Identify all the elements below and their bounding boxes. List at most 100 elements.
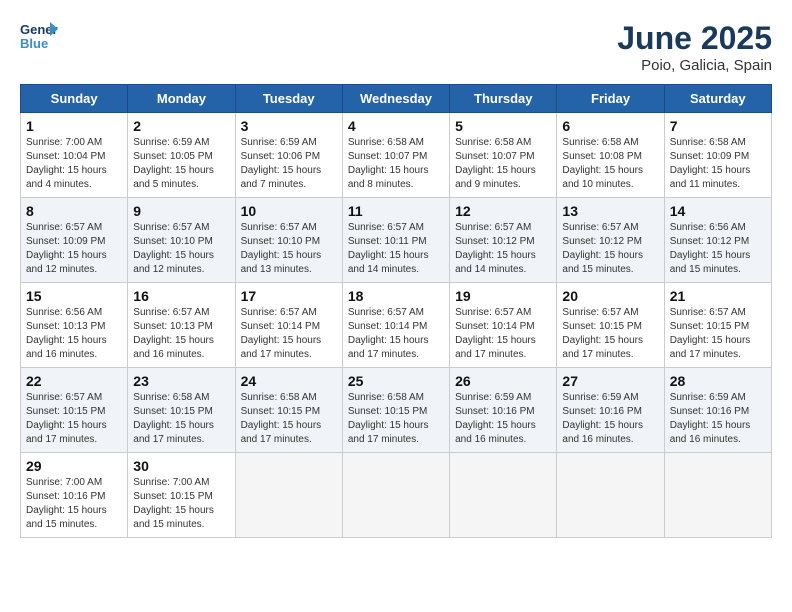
calendar-header-row: SundayMondayTuesdayWednesdayThursdayFrid… [21, 85, 772, 113]
day-number: 1 [26, 118, 122, 134]
calendar-day-cell: 26Sunrise: 6:59 AMSunset: 10:16 PMDaylig… [450, 368, 557, 453]
calendar-day-cell: 5 Sunrise: 6:58 AMSunset: 10:07 PMDayligh… [450, 113, 557, 198]
calendar-day-cell: 12 Sunrise: 6:57 AMSunset: 10:12 PMDaylig… [450, 198, 557, 283]
calendar-day-cell: 20 Sunrise: 6:57 AMSunset: 10:15 PMDaylig… [557, 283, 664, 368]
logo: General Blue [20, 20, 58, 54]
calendar-week-row: 15 Sunrise: 6:56 AMSunset: 10:13 PMDaylig… [21, 283, 772, 368]
day-number: 27 [562, 373, 658, 389]
day-number: 20 [562, 288, 658, 304]
day-number: 5 [455, 118, 551, 134]
calendar-day-cell: 6 Sunrise: 6:58 AMSunset: 10:08 PMDayligh… [557, 113, 664, 198]
day-number: 8 [26, 203, 122, 219]
day-info: Sunrise: 6:57 AMSunset: 10:12 PMDaylight… [562, 221, 658, 277]
calendar-table: SundayMondayTuesdayWednesdayThursdayFrid… [20, 84, 772, 538]
calendar-day-cell: 3Sunrise: 6:59 AMSunset: 10:06 PMDayligh… [235, 113, 342, 198]
day-number: 7 [670, 118, 766, 134]
day-number: 18 [348, 288, 444, 304]
calendar-day-cell [450, 453, 557, 538]
day-info: Sunrise: 6:57 AMSunset: 10:14 PMDaylight… [455, 306, 551, 362]
calendar-day-cell: 4 Sunrise: 6:58 AMSunset: 10:07 PMDayligh… [342, 113, 449, 198]
day-number: 13 [562, 203, 658, 219]
day-number: 30 [133, 458, 229, 474]
calendar-day-cell: 30 Sunrise: 7:00 AMSunset: 10:15 PMDaylig… [128, 453, 235, 538]
calendar-day-cell: 16Sunrise: 6:57 AMSunset: 10:13 PMDaylig… [128, 283, 235, 368]
day-info: Sunrise: 6:59 AMSunset: 10:05 PMDaylight… [133, 136, 229, 192]
calendar-week-row: 8 Sunrise: 6:57 AMSunset: 10:09 PMDayligh… [21, 198, 772, 283]
calendar-weekday-header: Tuesday [235, 85, 342, 113]
day-info: Sunrise: 6:58 AMSunset: 10:15 PMDaylight… [241, 391, 337, 447]
calendar-day-cell: 18 Sunrise: 6:57 AMSunset: 10:14 PMDaylig… [342, 283, 449, 368]
day-number: 10 [241, 203, 337, 219]
day-info: Sunrise: 6:58 AMSunset: 10:07 PMDaylight… [455, 136, 551, 192]
page-header: General Blue June 2025 Poio, Galicia, Sp… [20, 20, 772, 74]
day-info: Sunrise: 7:00 AMSunset: 10:04 PMDaylight… [26, 136, 122, 192]
day-number: 16 [133, 288, 229, 304]
calendar-day-cell: 23Sunrise: 6:58 AMSunset: 10:15 PMDaylig… [128, 368, 235, 453]
day-info: Sunrise: 6:57 AMSunset: 10:09 PMDaylight… [26, 221, 122, 277]
calendar-weekday-header: Friday [557, 85, 664, 113]
calendar-day-cell: 17 Sunrise: 6:57 AMSunset: 10:14 PMDaylig… [235, 283, 342, 368]
day-number: 24 [241, 373, 337, 389]
calendar-week-row: 29 Sunrise: 7:00 AMSunset: 10:16 PMDaylig… [21, 453, 772, 538]
calendar-day-cell: 1 Sunrise: 7:00 AMSunset: 10:04 PMDayligh… [21, 113, 128, 198]
calendar-day-cell: 25 Sunrise: 6:58 AMSunset: 10:15 PMDaylig… [342, 368, 449, 453]
day-number: 29 [26, 458, 122, 474]
day-info: Sunrise: 6:58 AMSunset: 10:08 PMDaylight… [562, 136, 658, 192]
calendar-subtitle: Poio, Galicia, Spain [617, 57, 772, 74]
day-info: Sunrise: 6:59 AMSunset: 10:16 PMDaylight… [670, 391, 766, 447]
day-info: Sunrise: 6:57 AMSunset: 10:14 PMDaylight… [348, 306, 444, 362]
day-info: Sunrise: 6:57 AMSunset: 10:10 PMDaylight… [133, 221, 229, 277]
calendar-day-cell [342, 453, 449, 538]
day-number: 21 [670, 288, 766, 304]
day-info: Sunrise: 6:57 AMSunset: 10:11 PMDaylight… [348, 221, 444, 277]
day-info: Sunrise: 6:57 AMSunset: 10:15 PMDaylight… [562, 306, 658, 362]
logo-container: General Blue [20, 20, 58, 54]
day-info: Sunrise: 6:58 AMSunset: 10:07 PMDaylight… [348, 136, 444, 192]
day-info: Sunrise: 6:57 AMSunset: 10:12 PMDaylight… [455, 221, 551, 277]
calendar-day-cell: 9 Sunrise: 6:57 AMSunset: 10:10 PMDayligh… [128, 198, 235, 283]
day-info: Sunrise: 6:56 AMSunset: 10:13 PMDaylight… [26, 306, 122, 362]
day-number: 9 [133, 203, 229, 219]
day-number: 22 [26, 373, 122, 389]
day-info: Sunrise: 6:57 AMSunset: 10:15 PMDaylight… [670, 306, 766, 362]
calendar-day-cell [557, 453, 664, 538]
calendar-day-cell: 11 Sunrise: 6:57 AMSunset: 10:11 PMDaylig… [342, 198, 449, 283]
day-number: 17 [241, 288, 337, 304]
calendar-day-cell: 10 Sunrise: 6:57 AMSunset: 10:10 PMDaylig… [235, 198, 342, 283]
calendar-day-cell: 2 Sunrise: 6:59 AMSunset: 10:05 PMDayligh… [128, 113, 235, 198]
calendar-weekday-header: Monday [128, 85, 235, 113]
day-info: Sunrise: 6:58 AMSunset: 10:15 PMDaylight… [133, 391, 229, 447]
calendar-day-cell: 7 Sunrise: 6:58 AMSunset: 10:09 PMDayligh… [664, 113, 771, 198]
day-number: 15 [26, 288, 122, 304]
calendar-week-row: 22Sunrise: 6:57 AMSunset: 10:15 PMDaylig… [21, 368, 772, 453]
day-info: Sunrise: 7:00 AMSunset: 10:15 PMDaylight… [133, 476, 229, 532]
calendar-day-cell: 21 Sunrise: 6:57 AMSunset: 10:15 PMDaylig… [664, 283, 771, 368]
day-number: 19 [455, 288, 551, 304]
day-number: 25 [348, 373, 444, 389]
day-info: Sunrise: 6:57 AMSunset: 10:10 PMDaylight… [241, 221, 337, 277]
calendar-day-cell [235, 453, 342, 538]
day-info: Sunrise: 6:57 AMSunset: 10:14 PMDaylight… [241, 306, 337, 362]
logo-svg: General Blue [20, 20, 58, 54]
day-number: 12 [455, 203, 551, 219]
calendar-day-cell: 27 Sunrise: 6:59 AMSunset: 10:16 PMDaylig… [557, 368, 664, 453]
day-info: Sunrise: 6:56 AMSunset: 10:12 PMDaylight… [670, 221, 766, 277]
day-info: Sunrise: 6:59 AMSunset: 10:06 PMDaylight… [241, 136, 337, 192]
day-number: 4 [348, 118, 444, 134]
svg-text:Blue: Blue [20, 36, 48, 51]
calendar-day-cell: 8 Sunrise: 6:57 AMSunset: 10:09 PMDayligh… [21, 198, 128, 283]
day-number: 6 [562, 118, 658, 134]
day-number: 2 [133, 118, 229, 134]
calendar-day-cell: 15 Sunrise: 6:56 AMSunset: 10:13 PMDaylig… [21, 283, 128, 368]
calendar-day-cell: 22Sunrise: 6:57 AMSunset: 10:15 PMDaylig… [21, 368, 128, 453]
day-info: Sunrise: 6:59 AMSunset: 10:16 PMDaylight… [562, 391, 658, 447]
day-info: Sunrise: 6:58 AMSunset: 10:15 PMDaylight… [348, 391, 444, 447]
day-number: 11 [348, 203, 444, 219]
day-info: Sunrise: 6:58 AMSunset: 10:09 PMDaylight… [670, 136, 766, 192]
day-info: Sunrise: 7:00 AMSunset: 10:16 PMDaylight… [26, 476, 122, 532]
calendar-weekday-header: Wednesday [342, 85, 449, 113]
calendar-day-cell: 13 Sunrise: 6:57 AMSunset: 10:12 PMDaylig… [557, 198, 664, 283]
calendar-day-cell [664, 453, 771, 538]
day-number: 26 [455, 373, 551, 389]
calendar-title: June 2025 [617, 20, 772, 57]
